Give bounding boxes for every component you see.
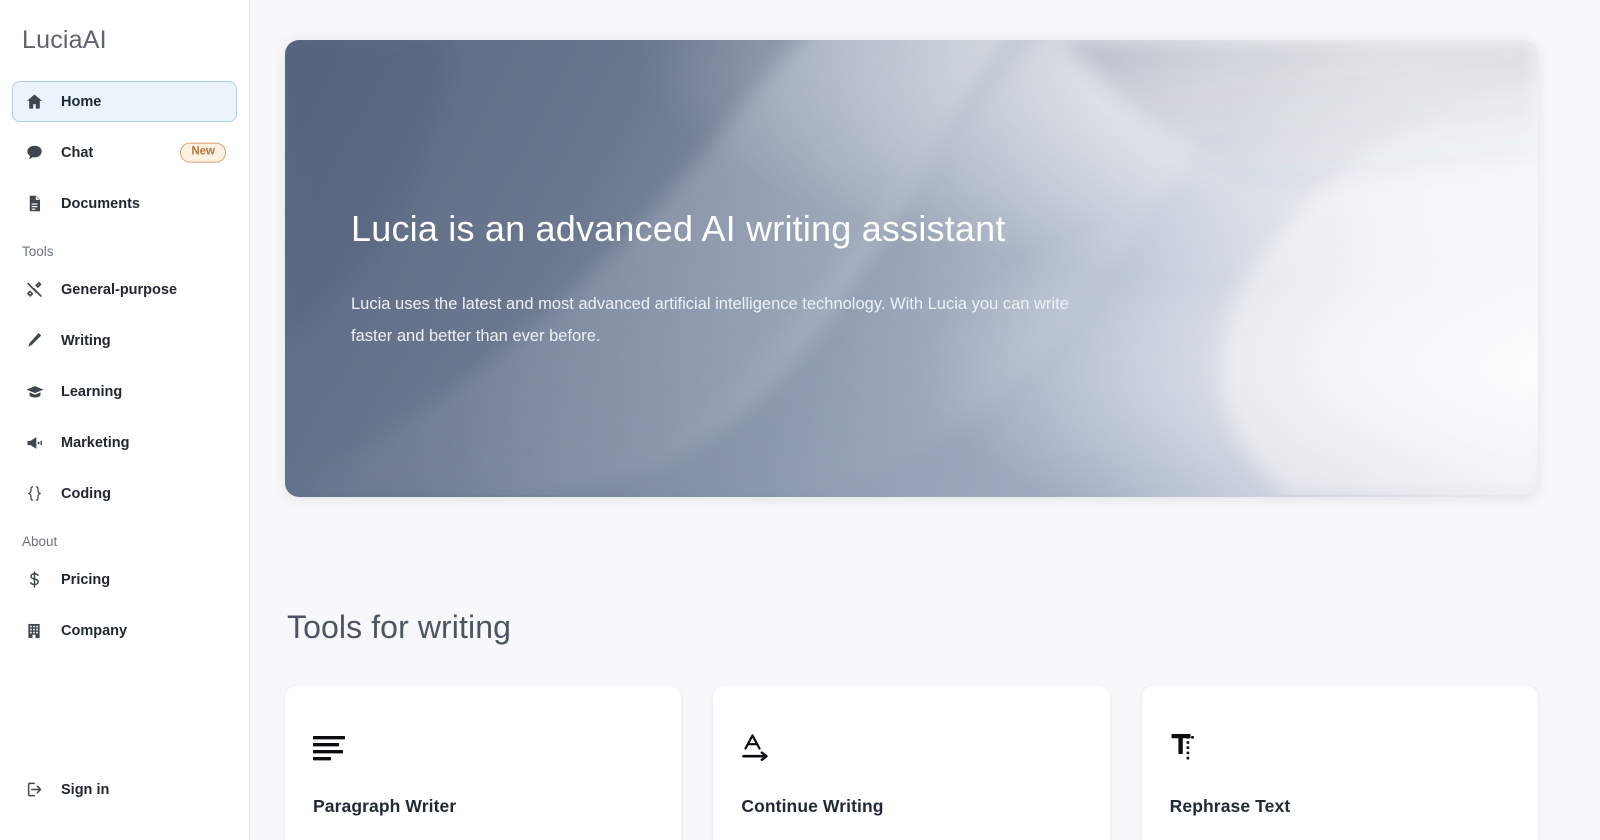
sign-in-icon	[25, 780, 47, 799]
home-icon	[25, 92, 47, 111]
page-title: Tools for writing	[287, 609, 511, 645]
main-content: Lucia is an advanced AI writing assistan…	[250, 0, 1600, 840]
letter-t-dotted-icon	[1170, 728, 1510, 768]
app-root: LuciaAI Home Chat New Documents Tools Ge…	[0, 0, 1600, 840]
sidebar-footer: Sign in	[12, 769, 237, 840]
building-icon	[25, 622, 47, 640]
sidebar-item-label: Marketing	[61, 434, 130, 451]
app-brand-title: LuciaAI	[22, 26, 107, 54]
sidebar-item-label: Writing	[61, 332, 111, 349]
sidebar-section-tools-label: Tools	[22, 244, 54, 259]
curly-braces-icon	[25, 484, 47, 503]
sidebar-item-label: General-purpose	[61, 281, 178, 298]
sidebar-item-chat[interactable]: Chat New	[12, 132, 237, 173]
status-badge-new: New	[180, 142, 226, 163]
sidebar-item-documents[interactable]: Documents	[12, 183, 237, 224]
megaphone-icon	[25, 433, 47, 453]
tool-card-rephrase-text[interactable]: Rephrase Text	[1141, 686, 1538, 840]
sidebar-item-learning[interactable]: Learning	[12, 371, 237, 412]
sidebar-item-label: Learning	[61, 383, 123, 400]
sidebar-item-home[interactable]: Home	[12, 81, 237, 122]
sidebar-item-coding[interactable]: Coding	[12, 473, 237, 514]
sidebar-item-general-purpose[interactable]: General-purpose	[12, 269, 237, 310]
sidebar-item-label: Pricing	[61, 571, 111, 588]
tools-cross-icon	[25, 280, 47, 299]
sidebar-item-label: Coding	[61, 485, 111, 502]
tool-card-grid: Paragraph Writer Continue Writing Rephra…	[285, 686, 1538, 840]
hero-text-block: Lucia is an advanced AI writing assistan…	[351, 208, 1111, 352]
dollar-sign-icon	[25, 570, 47, 589]
tool-card-title: Paragraph Writer	[313, 796, 457, 816]
chat-bubble-icon	[25, 143, 47, 162]
hero-subtitle: Lucia uses the latest and most advanced …	[351, 295, 1069, 345]
sidebar-item-company[interactable]: Company	[12, 610, 237, 651]
sidebar-item-writing[interactable]: Writing	[12, 320, 237, 361]
sidebar-item-label: Chat	[61, 144, 94, 161]
hero-title: Lucia is an advanced AI writing assistan…	[351, 208, 1006, 249]
tool-card-continue-writing[interactable]: Continue Writing	[713, 686, 1110, 840]
sidebar-item-sign-in[interactable]: Sign in	[12, 769, 237, 810]
letter-a-arrow-icon	[741, 728, 1081, 768]
tool-card-title: Continue Writing	[741, 796, 884, 816]
sidebar-item-pricing[interactable]: Pricing	[12, 559, 237, 600]
sidebar-item-label: Home	[61, 93, 102, 110]
sidebar-item-label: Documents	[61, 195, 140, 212]
tool-card-title: Rephrase Text	[1169, 796, 1291, 816]
hero-banner: Lucia is an advanced AI writing assistan…	[285, 40, 1538, 497]
graduation-cap-icon	[25, 382, 47, 402]
sidebar-item-label: Sign in	[61, 781, 110, 798]
sidebar-section-about-label: About	[22, 534, 58, 549]
sidebar-item-label: Company	[61, 622, 128, 639]
tool-card-paragraph-writer[interactable]: Paragraph Writer	[285, 686, 682, 840]
sidebar-item-marketing[interactable]: Marketing	[12, 422, 237, 463]
pencil-icon	[25, 331, 47, 350]
document-icon	[25, 194, 47, 213]
sidebar: LuciaAI Home Chat New Documents Tools Ge…	[0, 0, 250, 840]
paragraph-lines-icon	[313, 728, 653, 768]
